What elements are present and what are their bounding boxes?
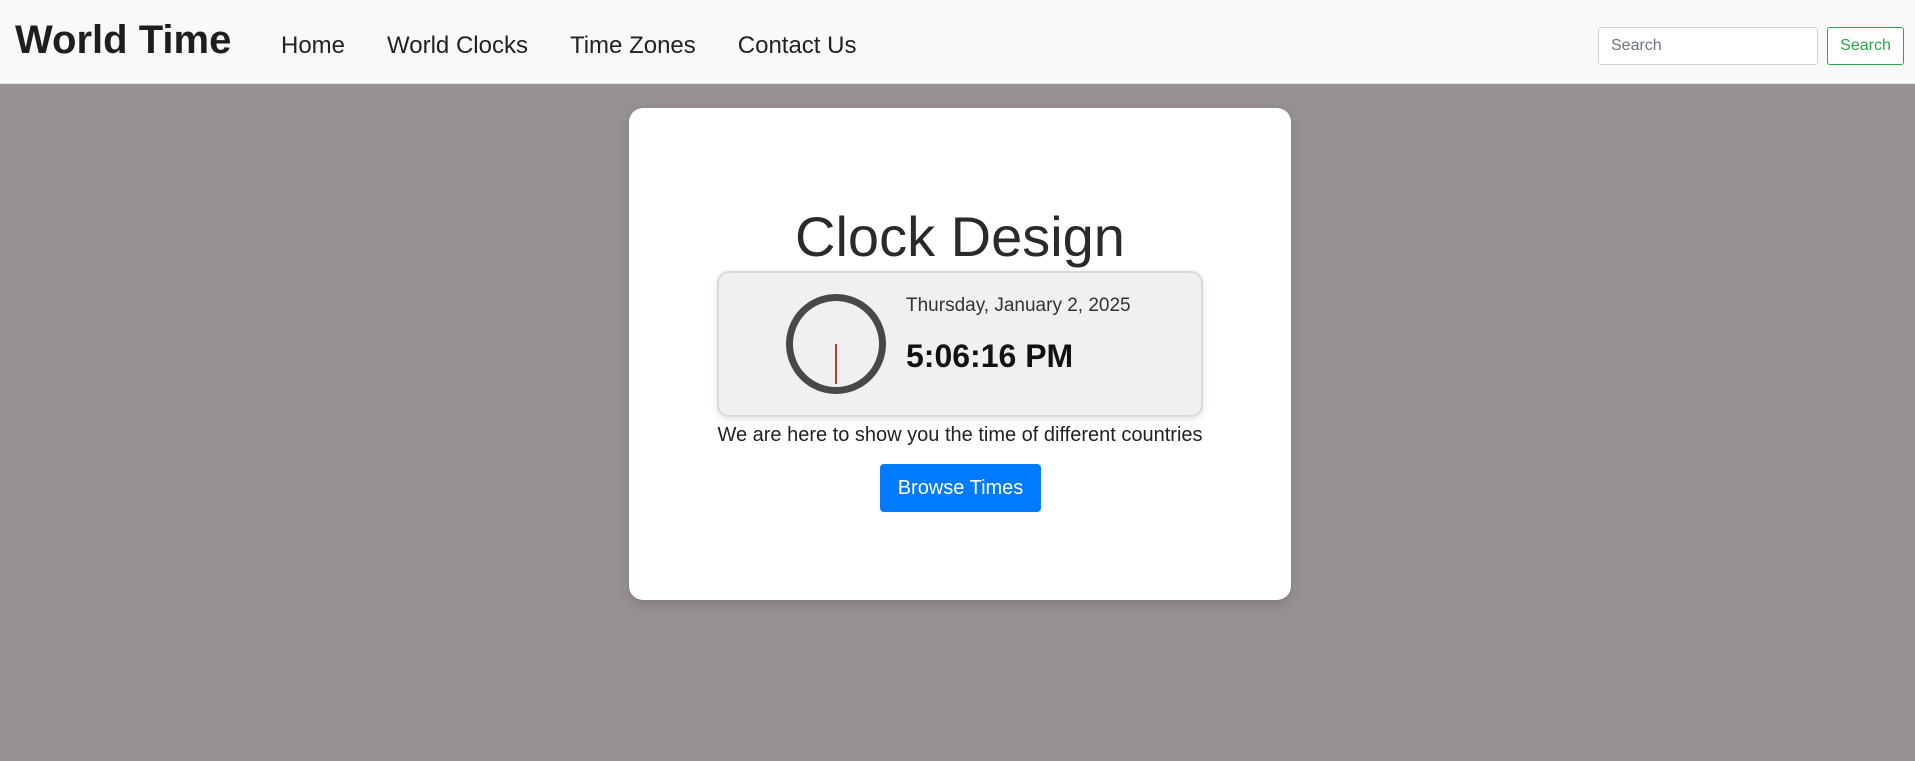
nav-link-world-clocks[interactable]: World Clocks bbox=[387, 30, 528, 62]
page-title: Clock Design bbox=[795, 205, 1125, 268]
nav-link-contact-us[interactable]: Contact Us bbox=[738, 30, 857, 62]
navbar: World Time Home World Clocks Time Zones … bbox=[0, 0, 1915, 84]
brand-logo[interactable]: World Time bbox=[15, 16, 231, 64]
search-input[interactable] bbox=[1598, 27, 1818, 65]
clock-minute-hand bbox=[835, 344, 837, 384]
tagline: We are here to show you the time of diff… bbox=[717, 424, 1203, 446]
nav-link-time-zones[interactable]: Time Zones bbox=[570, 30, 696, 62]
current-time: 5:06:16 PM bbox=[906, 338, 1074, 374]
current-date: Thursday, January 2, 2025 bbox=[906, 295, 1131, 316]
nav-links: Home World Clocks Time Zones Contact Us bbox=[281, 30, 898, 62]
search-button[interactable]: Search bbox=[1827, 27, 1904, 65]
clock-widget: Thursday, January 2, 2025 5:06:16 PM bbox=[717, 271, 1203, 417]
analog-clock-icon bbox=[786, 294, 886, 394]
browse-times-button[interactable]: Browse Times bbox=[880, 464, 1041, 512]
nav-link-home[interactable]: Home bbox=[281, 30, 345, 62]
hero-card: Clock Design Thursday, January 2, 2025 5… bbox=[629, 108, 1291, 600]
